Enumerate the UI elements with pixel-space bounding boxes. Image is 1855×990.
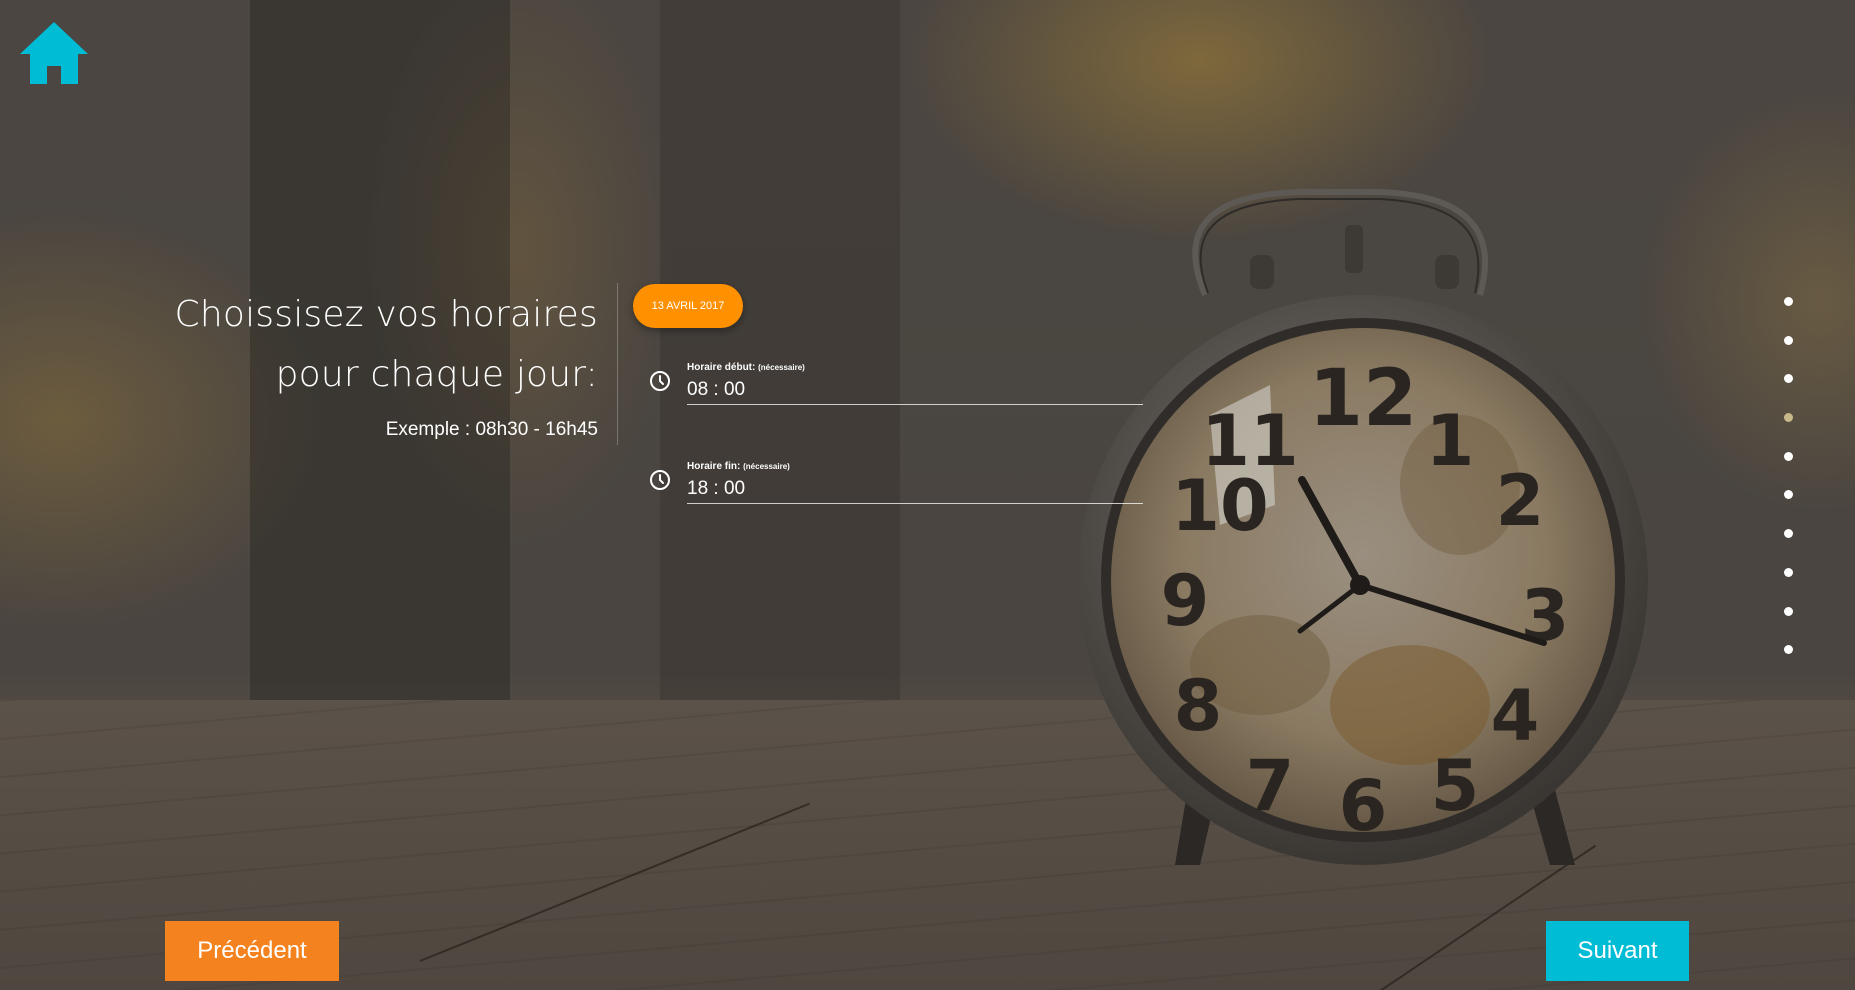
pagination-dot[interactable] — [1784, 374, 1793, 384]
start-time-input[interactable] — [687, 376, 1143, 405]
pagination-dot[interactable] — [1784, 645, 1793, 655]
step-pagination — [1784, 297, 1796, 684]
svg-text:10: 10 — [1171, 465, 1268, 547]
pagination-dot[interactable] — [1784, 567, 1793, 577]
svg-text:6: 6 — [1339, 765, 1388, 847]
svg-text:2: 2 — [1496, 460, 1545, 542]
clock-icon — [650, 470, 670, 490]
svg-text:12: 12 — [1309, 354, 1418, 444]
date-badge: 13 AVRIL 2017 — [633, 284, 743, 328]
home-icon — [20, 22, 88, 84]
required-note: (nécessaire) — [758, 363, 805, 372]
pagination-dot[interactable] — [1784, 335, 1793, 345]
end-time-label: Horaire fin: (nécessaire) — [687, 461, 790, 472]
start-time-label: Horaire début: (nécessaire) — [687, 362, 805, 373]
required-note: (nécessaire) — [743, 462, 790, 471]
start-time-field: Horaire début: (nécessaire) — [648, 362, 1143, 422]
next-button[interactable]: Suivant — [1546, 921, 1689, 981]
example-text: Exemple : 08h30 - 16h45 — [385, 419, 598, 440]
page-title: Choissisez vos horaires pour chaque jour… — [174, 294, 598, 395]
pagination-dot[interactable] — [1784, 490, 1793, 500]
svg-text:4: 4 — [1491, 675, 1540, 757]
pagination-dot[interactable] — [1784, 606, 1793, 616]
vertical-divider — [617, 283, 618, 445]
svg-text:8: 8 — [1174, 665, 1223, 747]
home-button[interactable] — [20, 22, 88, 84]
pagination-dot-active[interactable] — [1784, 413, 1793, 423]
svg-text:5: 5 — [1431, 745, 1480, 827]
clock-icon — [650, 371, 670, 391]
svg-text:1: 1 — [1426, 400, 1475, 482]
svg-text:9: 9 — [1161, 560, 1210, 642]
end-time-field: Horaire fin: (nécessaire) — [648, 461, 1143, 521]
pagination-dot[interactable] — [1784, 451, 1793, 461]
svg-text:7: 7 — [1246, 745, 1295, 827]
page-heading: Choissisez vos horaires pour chaque jour… — [80, 285, 599, 441]
pagination-dot[interactable] — [1784, 529, 1793, 539]
alarm-clock-image: 12 11 1 2 3 4 5 6 7 8 9 10 — [1080, 185, 1650, 875]
end-time-input[interactable] — [687, 475, 1143, 504]
pagination-dot[interactable] — [1784, 297, 1793, 306]
previous-button[interactable]: Précédent — [165, 921, 339, 981]
